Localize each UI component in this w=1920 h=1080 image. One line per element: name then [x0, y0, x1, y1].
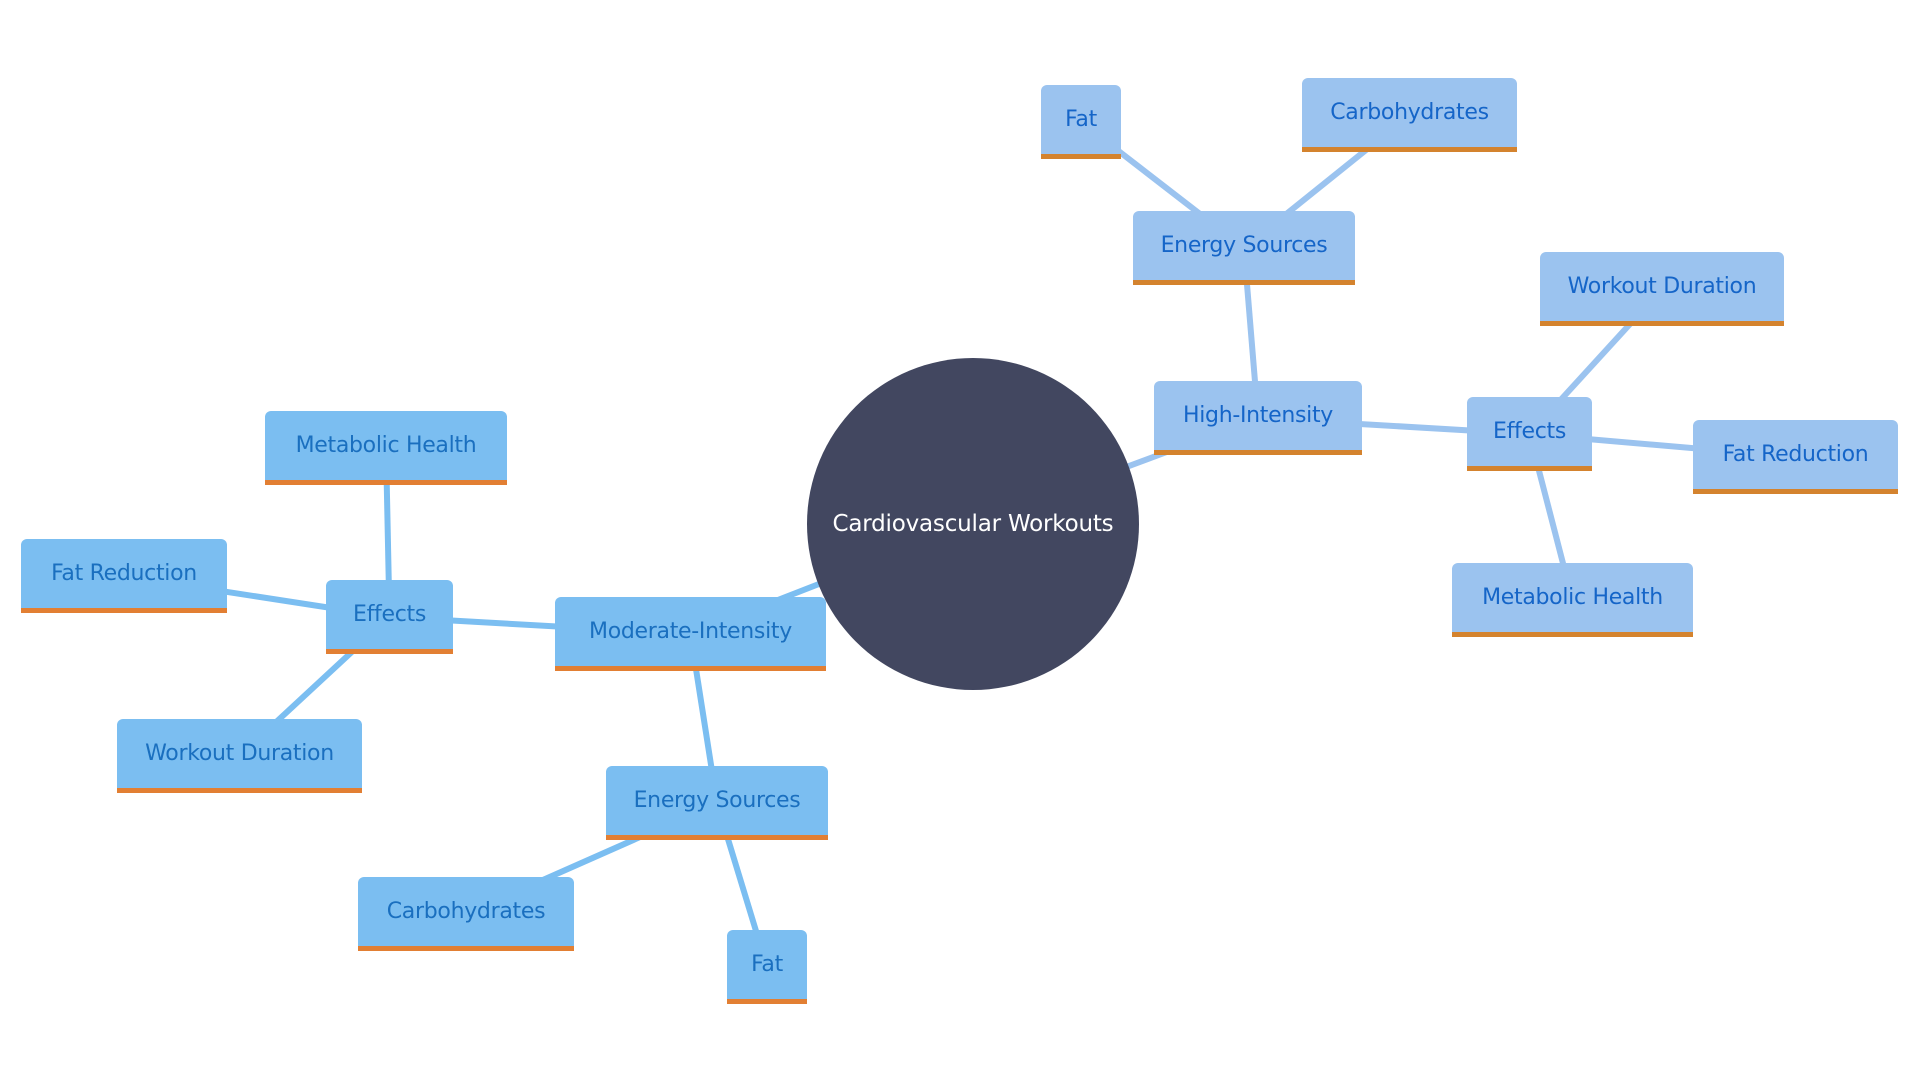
node-label: Carbohydrates [1330, 100, 1489, 125]
node-high-intensity[interactable]: High-Intensity [1154, 381, 1362, 455]
node-hi-fat[interactable]: Fat [1041, 85, 1121, 159]
root-node-label: Cardiovascular Workouts [832, 511, 1114, 537]
node-mi-energy-sources[interactable]: Energy Sources [606, 766, 828, 840]
node-label: Energy Sources [1160, 233, 1328, 258]
node-mi-fat[interactable]: Fat [727, 930, 807, 1004]
node-mi-workout-duration[interactable]: Workout Duration [117, 719, 362, 793]
node-hi-workout-duration[interactable]: Workout Duration [1540, 252, 1784, 326]
node-label: High-Intensity [1182, 403, 1334, 428]
node-label: Moderate-Intensity [589, 619, 792, 644]
root-node-cardiovascular-workouts[interactable]: Cardiovascular Workouts [807, 358, 1139, 690]
node-label: Workout Duration [1567, 274, 1757, 299]
node-label: Workout Duration [145, 741, 334, 766]
node-mi-carbohydrates[interactable]: Carbohydrates [358, 877, 574, 951]
node-mi-fat-reduction[interactable]: Fat Reduction [21, 539, 227, 613]
node-label: Fat Reduction [1722, 442, 1869, 467]
node-label: Effects [352, 602, 426, 627]
node-hi-metabolic-health[interactable]: Metabolic Health [1452, 563, 1693, 637]
node-label: Metabolic Health [1482, 585, 1663, 610]
node-mi-metabolic-health[interactable]: Metabolic Health [265, 411, 507, 485]
node-hi-energy-sources[interactable]: Energy Sources [1133, 211, 1355, 285]
node-hi-effects[interactable]: Effects [1467, 397, 1592, 471]
node-label: Effects [1492, 419, 1566, 444]
node-label: Metabolic Health [295, 433, 477, 458]
node-hi-fat-reduction[interactable]: Fat Reduction [1693, 420, 1898, 494]
node-label: Energy Sources [633, 788, 801, 813]
mindmap-canvas: Cardiovascular Workouts High-Intensity E… [0, 0, 1920, 1080]
node-moderate-intensity[interactable]: Moderate-Intensity [555, 597, 826, 671]
node-label: Fat [1065, 107, 1097, 132]
node-label: Carbohydrates [386, 899, 546, 924]
node-mi-effects[interactable]: Effects [326, 580, 453, 654]
node-label: Fat [751, 952, 783, 977]
node-label: Fat Reduction [51, 561, 197, 586]
node-hi-carbohydrates[interactable]: Carbohydrates [1302, 78, 1517, 152]
